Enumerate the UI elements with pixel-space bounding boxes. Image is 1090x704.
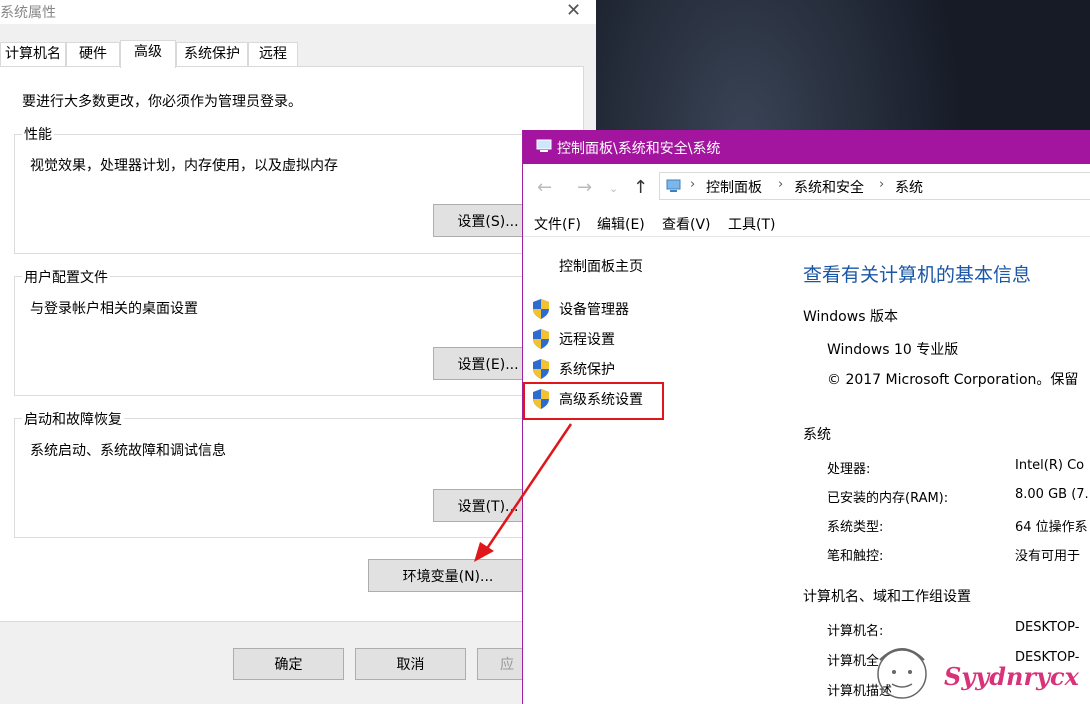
startup-recovery-desc: 系统启动、系统故障和调试信息: [30, 443, 226, 459]
page-title: 查看有关计算机的基本信息: [803, 264, 1032, 286]
control-panel-icon: [666, 179, 681, 192]
breadcrumb-separator-icon: ›: [879, 177, 885, 192]
window-titlebar: 控制面板\系统和安全\系统: [523, 130, 1090, 164]
address-bar[interactable]: › 控制面板 › 系统和安全 › 系统: [659, 172, 1090, 200]
system-type-value: 64 位操作系: [1015, 520, 1088, 535]
close-icon[interactable]: ✕: [566, 0, 581, 21]
windows-edition-heading: Windows 版本: [803, 309, 898, 325]
user-profiles-title: 用户配置文件: [22, 267, 110, 287]
computer-name-heading: 计算机名、域和工作组设置: [803, 589, 971, 605]
watermark-text: Syydnrycx: [944, 662, 1079, 691]
chevron-down-icon[interactable]: ⌄: [609, 182, 618, 195]
menu-view[interactable]: 查看(V): [662, 214, 711, 234]
pen-touch-value: 没有可用于: [1015, 549, 1081, 564]
dialog-titlebar: 系统属性 ✕: [0, 0, 596, 24]
ram-label: 已安装的内存(RAM):: [827, 491, 949, 506]
startup-recovery-title: 启动和故障恢复: [22, 409, 124, 429]
menu-tools[interactable]: 工具(T): [728, 214, 775, 234]
performance-desc: 视觉效果，处理器计划，内存使用，以及虚拟内存: [30, 158, 338, 174]
breadcrumb-system[interactable]: 系统: [895, 177, 923, 197]
sidebar-item-label: 系统保护: [559, 362, 615, 378]
admin-notice: 要进行大多数更改，你必须作为管理员登录。: [22, 94, 302, 110]
menu-file[interactable]: 文件(F): [534, 214, 581, 234]
cancel-button[interactable]: 取消: [355, 648, 466, 680]
shield-icon: [533, 299, 549, 319]
sidebar-item-label: 远程设置: [559, 332, 615, 348]
menu-edit[interactable]: 编辑(E): [597, 214, 645, 234]
forward-arrow-icon[interactable]: →: [577, 177, 592, 198]
tab-advanced[interactable]: 高级: [120, 40, 176, 68]
menu-bar: 文件(F) 编辑(E) 查看(V) 工具(T): [523, 210, 1090, 238]
processor-label: 处理器:: [827, 462, 871, 477]
control-panel-home-link[interactable]: 控制面板主页: [559, 256, 643, 276]
shield-icon: [533, 329, 549, 349]
user-profiles-desc: 与登录帐户相关的桌面设置: [30, 301, 198, 317]
performance-title: 性能: [22, 124, 54, 144]
tab-remote[interactable]: 远程: [248, 42, 298, 66]
navigation-bar: ← → ⌄ ↑ › 控制面板 › 系统和安全 › 系统: [523, 164, 1090, 210]
breadcrumb-control-panel[interactable]: 控制面板: [706, 177, 762, 197]
window-title: 控制面板\系统和安全\系统: [557, 141, 721, 157]
windows-edition-value: Windows 10 专业版: [827, 342, 959, 358]
copyright-text: © 2017 Microsoft Corporation。保留: [827, 372, 1079, 388]
tab-computer-name[interactable]: 计算机名: [0, 42, 66, 66]
sidebar-item-label: 设备管理器: [559, 302, 629, 318]
ok-button[interactable]: 确定: [233, 648, 344, 680]
system-properties-dialog: 系统属性 ✕ 计算机名 硬件 高级 系统保护 远程 要进行大多数更改，你必须作为…: [0, 0, 596, 704]
system-type-label: 系统类型:: [827, 520, 884, 535]
back-arrow-icon[interactable]: ←: [537, 177, 552, 198]
processor-value: Intel(R) Co: [1015, 458, 1085, 473]
menu-divider: [523, 236, 1090, 237]
dialog-title: 系统属性: [0, 5, 56, 21]
ram-value: 8.00 GB (7.: [1015, 487, 1089, 502]
system-window-icon: [536, 139, 552, 152]
environment-variables-button[interactable]: 环境变量(N)...: [368, 559, 528, 592]
breadcrumb-system-security[interactable]: 系统和安全: [794, 177, 864, 197]
tab-system-protection[interactable]: 系统保护: [176, 42, 248, 66]
up-arrow-icon[interactable]: ↑: [633, 177, 648, 198]
tab-hardware[interactable]: 硬件: [66, 42, 120, 66]
system-heading: 系统: [803, 427, 831, 443]
shield-icon: [533, 359, 549, 379]
pen-touch-label: 笔和触控:: [827, 549, 884, 564]
highlight-box: [523, 382, 664, 420]
breadcrumb-separator-icon: ›: [778, 177, 784, 192]
breadcrumb-separator-icon: ›: [690, 177, 696, 192]
